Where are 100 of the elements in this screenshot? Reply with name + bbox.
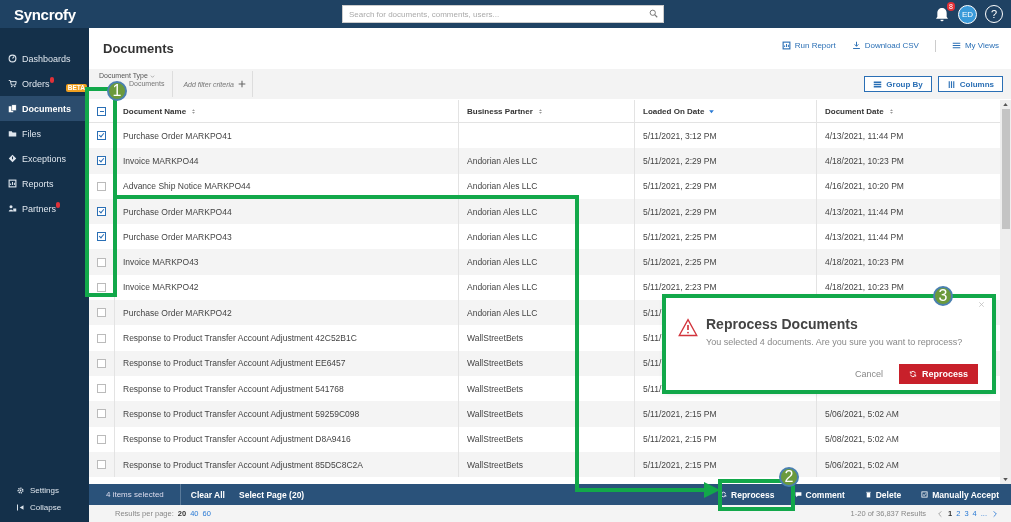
table-cell: 5/11/ [643,307,662,318]
bar-link[interactable]: Select Page (20) [239,489,305,500]
table-cell: 5/11/ [643,383,662,394]
bar-link[interactable]: Clear All [190,489,225,500]
table-cell: Andorian Ales LLC [467,282,538,293]
table-cell: WallStreetBets [467,434,523,445]
documents-icon [8,104,17,113]
comment-icon [794,491,802,498]
table-cell: Andorian Ales LLC [467,257,538,268]
header-link[interactable]: Download CSV [851,41,919,50]
table-cell: 5/11/2021, 2:15 PM [643,459,717,470]
list-icon [951,41,961,50]
header-link[interactable]: My Views [951,41,999,50]
table-cell: WallStreetBets [467,459,523,470]
close-icon [977,300,986,309]
search-icon [649,9,658,18]
table-cell: 5/06/2021, 5:02 AM [825,408,899,419]
checkbox-icon [921,491,929,498]
table-cell: 4/13/2021, 11:44 PM [825,130,904,141]
table-cell: Andorian Ales LLC [467,307,538,318]
settings-icon [16,486,25,495]
checkbox[interactable] [97,257,106,267]
checkbox[interactable] [97,181,106,191]
table-cell: Response to Product Transfer Account Adjustment 59259C098 [123,408,360,419]
bar-action-button[interactable]: Reprocess [712,489,783,500]
sidebar-item[interactable]: Reports [0,171,89,196]
checkbox[interactable] [97,460,106,469]
table-cell: 5/11/2021, 2:23 PM [643,282,717,293]
chart-icon [8,179,17,188]
collapse-icon [16,503,25,512]
table-cell: Invoice MARKPO43 [123,257,199,268]
table-cell: 5/11/2021, 2:25 PM [643,231,717,242]
checkbox[interactable] [97,358,106,368]
cancel-button[interactable]: Cancel [848,368,889,380]
gauge-icon [8,54,17,63]
table-cell: 5/11/ [643,358,662,369]
dialog-title: Reprocess Documents [706,316,859,332]
table-cell: Purchase Order MARKPO43 [123,231,232,242]
sidebar-link[interactable]: Settings [0,486,89,495]
table-cell: Invoice MARKPO44 [123,155,199,166]
table-cell: Invoice MARKPO42 [123,282,199,293]
scrollbar[interactable] [1000,100,1011,484]
checkbox[interactable] [97,207,106,217]
bar-action-button[interactable]: Manually Accept [913,489,1007,500]
table-cell: WallStreetBets [467,383,523,394]
sidebar-item[interactable]: Files [0,121,89,146]
checkbox[interactable] [97,409,106,419]
search-field[interactable]: Search for documents, comments, users... [342,5,664,23]
table-cell: WallStreetBets [467,408,523,419]
column-header[interactable]: Business Partner [459,100,635,122]
folder-icon [8,129,17,138]
toolbar-button[interactable]: Columns [937,76,1003,92]
bar-action-button[interactable]: Delete [856,489,910,500]
checkbox[interactable] [97,333,106,343]
table-cell: 5/11/ [643,333,662,343]
column-header[interactable]: Loaded On Date [635,100,817,122]
checkbox[interactable] [97,434,106,444]
scrollbar-thumb[interactable] [1001,109,1010,229]
reprocess-button[interactable]: Reprocess [898,364,978,384]
table-cell: Purchase Order MARKPO44 [123,206,232,217]
columns-icon [946,79,956,89]
bar-action-button[interactable]: Comment [786,489,853,500]
table-cell: Andorian Ales LLC [467,231,538,242]
table-cell: 5/08/2021, 5:02 AM [825,434,899,445]
table-cell: Response to Product Transfer Account Adjustment EE6457 [123,358,346,369]
column-header[interactable]: Document Date [817,100,1000,122]
caret-icon [149,73,155,79]
table-cell: 5/11/2021, 2:29 PM [643,155,717,166]
cart-icon [8,79,17,88]
checkbox[interactable] [97,156,106,166]
previous-page-icon [936,509,945,518]
table-cell: Advance Ship Notice MARKPO44 [123,181,251,192]
logo[interactable]: Syncrofy [14,5,342,23]
checkbox[interactable] [97,106,106,116]
table-cell: 5/11/2021, 3:12 PM [643,130,717,141]
sidebar-item[interactable]: Exceptions [0,146,89,171]
next-page-icon [991,509,999,518]
header-link[interactable]: Run Report [781,41,836,50]
checkbox[interactable] [97,232,106,242]
sidebar-item[interactable]: Partners [0,196,89,221]
table-cell: Response to Product Transfer Account Adjustment 85D5C8C2A [123,459,364,470]
sidebar-link[interactable]: Collapse [0,503,89,512]
table-cell: Purchase Order MARKPO42 [123,307,232,318]
checkbox[interactable] [97,282,106,292]
toolbar-button[interactable]: Group By [864,76,932,92]
table-cell: 5/11/2021, 2:29 PM [643,181,717,192]
table-cell: 4/18/2021, 10:23 PM [825,282,904,293]
selection-count: 4 items selected [105,490,165,499]
table-cell: Response to Product Transfer Account Adjustment D8A9416 [123,434,351,445]
table-cell: 5/11/2021, 2:15 PM [643,408,717,419]
checkbox[interactable] [97,131,106,141]
table-cell: 4/13/2021, 11:44 PM [825,206,904,217]
table-cell: Response to Product Transfer Account Adjustment 42C52B1C [123,333,357,343]
warning-icon [678,318,698,338]
checkbox[interactable] [97,384,106,394]
download-icon [851,41,861,50]
sidebar-item[interactable]: Dashboards [0,46,89,71]
table-cell: 4/16/2021, 10:20 PM [825,181,904,192]
table-cell: WallStreetBets [467,358,523,369]
checkbox[interactable] [97,308,106,318]
